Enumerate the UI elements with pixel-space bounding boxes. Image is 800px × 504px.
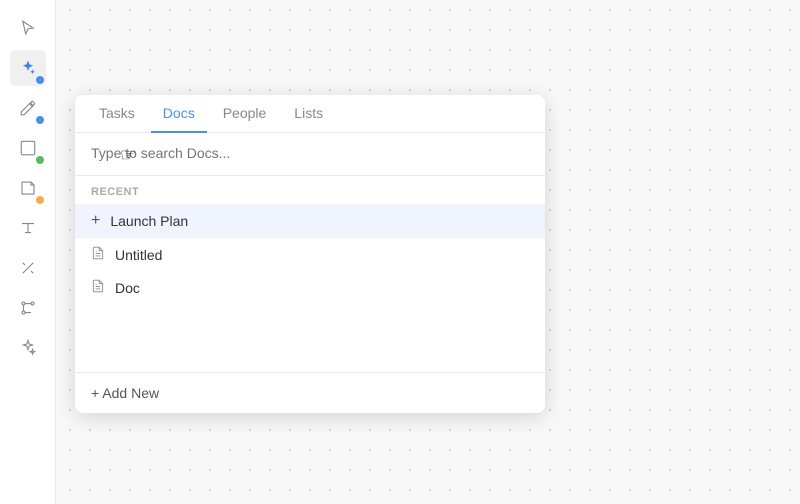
dot-blue-magic — [36, 76, 44, 84]
sidebar-item-pencil[interactable] — [10, 90, 46, 126]
tab-tasks[interactable]: Tasks — [87, 95, 147, 133]
recent-label: RECENT — [75, 176, 545, 204]
doc-item-untitled[interactable]: Untitled — [75, 238, 545, 271]
tab-people[interactable]: People — [211, 95, 279, 133]
sidebar — [0, 0, 56, 504]
dot-yellow-sticky — [36, 196, 44, 204]
sidebar-item-line[interactable] — [10, 250, 46, 286]
search-input[interactable] — [91, 145, 529, 161]
sidebar-item-magic2[interactable] — [10, 330, 46, 366]
add-new-button[interactable]: + Add New — [75, 372, 545, 413]
add-new-label: + Add New — [91, 385, 159, 401]
dot-green-shape — [36, 156, 44, 164]
popup-panel: Tasks Docs People Lists RECENT + Launch … — [75, 95, 545, 413]
doc-icon-untitled — [91, 246, 105, 263]
doc-item-doc[interactable]: Doc — [75, 271, 545, 304]
doc-title-untitled: Untitled — [115, 247, 162, 263]
sidebar-item-sticky[interactable] — [10, 170, 46, 206]
sidebar-item-shape[interactable] — [10, 130, 46, 166]
doc-list: + Launch Plan Untitled Doc — [75, 204, 545, 312]
sidebar-item-text[interactable] — [10, 210, 46, 246]
doc-title-launch-plan: Launch Plan — [110, 213, 188, 229]
doc-title-doc: Doc — [115, 280, 140, 296]
doc-icon-doc — [91, 279, 105, 296]
tabs-container: Tasks Docs People Lists — [75, 95, 545, 133]
tab-lists[interactable]: Lists — [282, 95, 335, 133]
search-area — [75, 133, 545, 176]
dot-blue-pencil — [36, 116, 44, 124]
sidebar-item-magic[interactable] — [10, 50, 46, 86]
tab-docs[interactable]: Docs — [151, 95, 207, 133]
sidebar-item-cursor[interactable] — [10, 10, 46, 46]
sidebar-item-connect[interactable] — [10, 290, 46, 326]
plus-icon: + — [91, 212, 100, 230]
doc-item-launch-plan[interactable]: + Launch Plan — [75, 204, 545, 238]
